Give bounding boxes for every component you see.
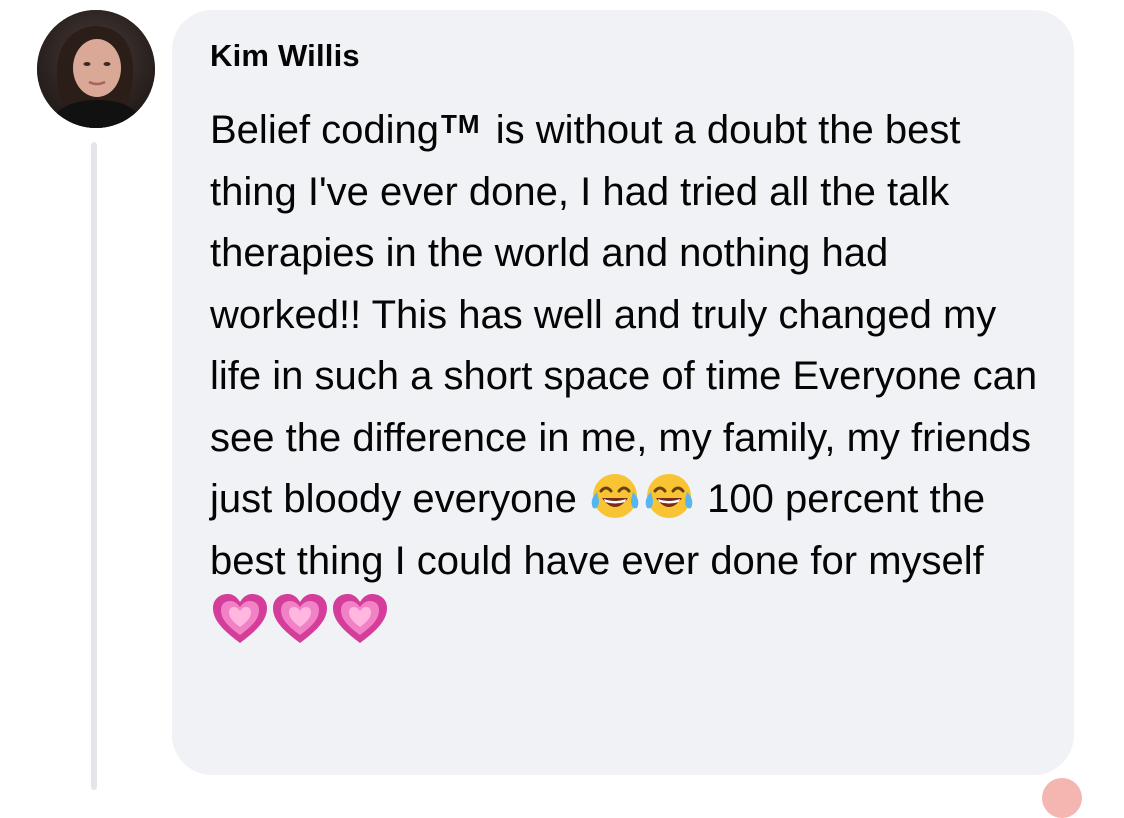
avatar[interactable]: [37, 10, 155, 128]
comment-text-part: Belief coding: [210, 108, 440, 152]
face-with-tears-of-joy-icon: [643, 470, 695, 522]
growing-heart-icon: [271, 593, 329, 645]
growing-heart-icon: [211, 593, 269, 645]
reaction-icon[interactable]: [1042, 778, 1082, 818]
comment-author[interactable]: Kim Willis: [210, 36, 1044, 76]
comment-text: Belief codingTM is without a doubt the b…: [210, 94, 1050, 654]
comment-text-part: is without a doubt the best thing I've e…: [210, 108, 1038, 521]
face-with-tears-of-joy-icon: [589, 470, 641, 522]
comment-bubble: Kim Willis Belief codingTM is without a …: [172, 10, 1074, 775]
trademark-symbol: TM: [441, 109, 481, 139]
thread-line: [91, 142, 97, 790]
growing-heart-icon: [331, 593, 389, 645]
